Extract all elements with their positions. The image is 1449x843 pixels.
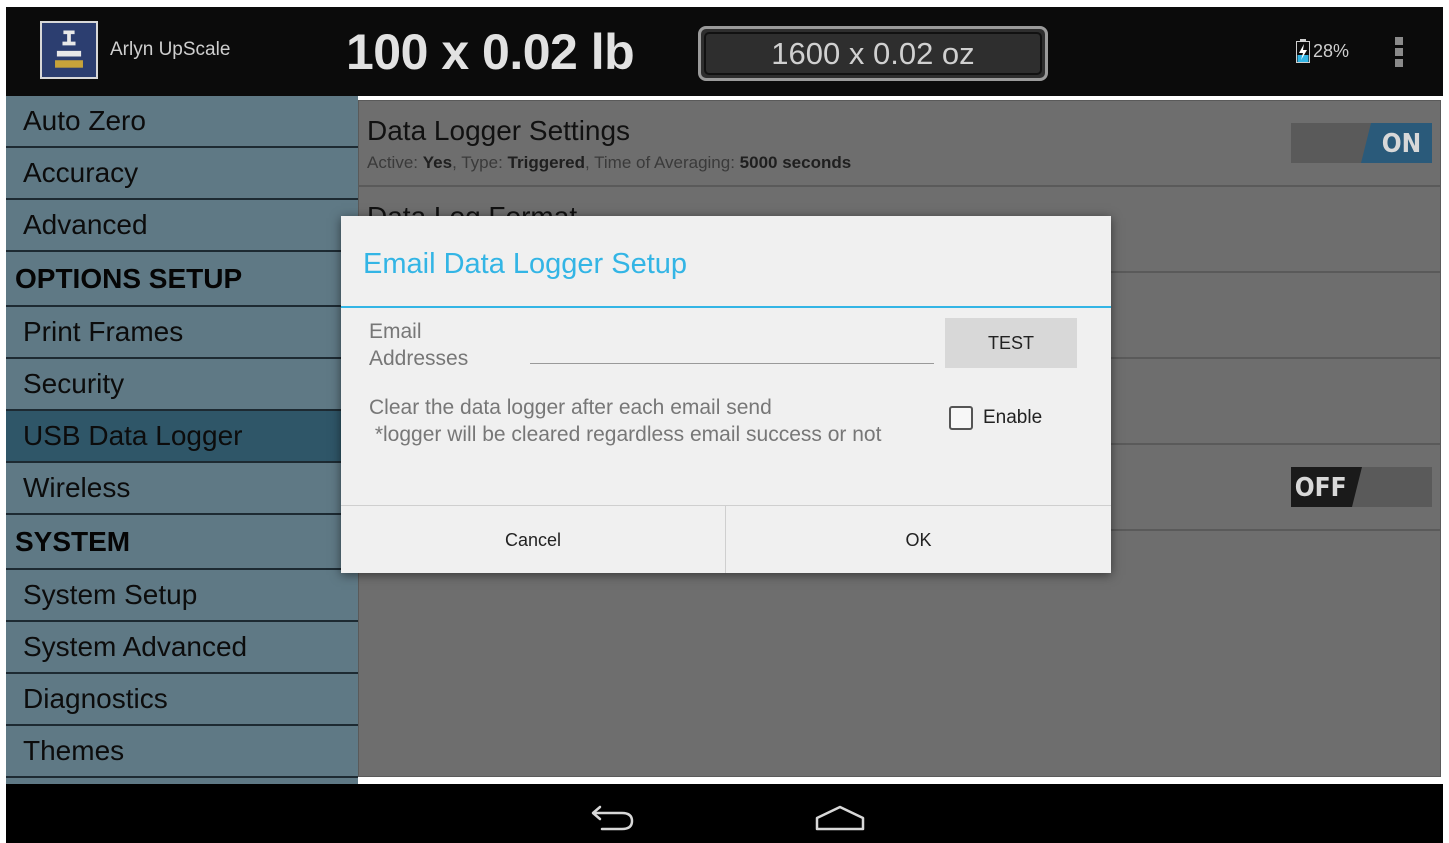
sidebar-item-accuracy[interactable]: Accuracy [6, 148, 358, 200]
sidebar-item-print-frames[interactable]: Print Frames [6, 307, 358, 359]
pref-data-logger-settings[interactable]: Data Logger Settings Active: Yes, Type: … [359, 101, 1440, 187]
overflow-menu-icon[interactable] [1395, 37, 1405, 67]
ok-button[interactable]: OK [725, 506, 1111, 573]
battery-status: 28% [1296, 39, 1349, 63]
clear-logger-line-2: *logger will be cleared regardless email… [369, 423, 882, 446]
battery-charging-icon [1296, 39, 1310, 63]
enable-checkbox-row[interactable]: Enable [949, 406, 1042, 430]
enable-label: Enable [983, 407, 1043, 428]
sidebar-item-themes[interactable]: Themes [6, 726, 358, 778]
app-logo[interactable] [40, 21, 98, 79]
sidebar-item-system-advanced[interactable]: System Advanced [6, 622, 358, 674]
sidebar-item-advanced[interactable]: Advanced [6, 200, 358, 252]
toggle-state: OFF [1294, 473, 1347, 503]
sidebar-header-options-setup: OPTIONS SETUP [6, 252, 358, 307]
home-icon[interactable] [814, 804, 866, 832]
dialog-title: Email Data Logger Setup [363, 248, 688, 280]
sidebar-header-system: SYSTEM [6, 515, 358, 570]
cancel-button[interactable]: Cancel [341, 506, 725, 573]
primary-capacity[interactable]: 100 x 0.02 lb [346, 23, 635, 81]
email-addresses-input[interactable] [530, 332, 934, 364]
enable-checkbox[interactable] [949, 406, 973, 430]
sidebar-item-system-setup[interactable]: System Setup [6, 570, 358, 622]
back-icon[interactable] [590, 802, 636, 832]
sidebar-item-usb-data-logger[interactable]: USB Data Logger [6, 411, 358, 463]
scale-logo-icon [42, 23, 96, 77]
email-addresses-label: Email Addresses [369, 320, 469, 370]
battery-percent: 28% [1313, 40, 1350, 61]
sidebar-item-auto-zero[interactable]: Auto Zero [6, 96, 358, 148]
test-button[interactable]: TEST [945, 318, 1077, 368]
dialog-button-bar: Cancel OK [341, 505, 1111, 573]
sidebar-item-security[interactable]: Security [6, 359, 358, 411]
system-navigation-bar [6, 784, 1443, 843]
clear-logger-line-1: Clear the data logger after each email s… [369, 396, 772, 419]
dialog-title-divider [341, 306, 1111, 308]
sidebar-item-wireless[interactable]: Wireless [6, 463, 358, 515]
pref-title: Data Logger Settings [367, 115, 631, 146]
pref-summary: Active: Yes, Type: Triggered, Time of Av… [367, 153, 852, 172]
email-data-logger-dialog: Email Data Logger Setup Email Addresses … [341, 216, 1111, 573]
clear-logger-description: Clear the data logger after each email s… [369, 394, 881, 448]
action-bar: Arlyn UpScale 100 x 0.02 lb 1600 x 0.02 … [6, 7, 1443, 96]
email-logger-toggle[interactable]: OFF [1291, 467, 1432, 507]
data-logger-toggle[interactable]: ON [1291, 123, 1432, 163]
settings-sidebar: Auto Zero Accuracy Advanced OPTIONS SETU… [6, 96, 358, 784]
secondary-capacity-button[interactable]: 1600 x 0.02 oz [698, 26, 1048, 81]
sidebar-item-diagnostics[interactable]: Diagnostics [6, 674, 358, 726]
toggle-state: ON [1382, 129, 1422, 159]
app-title: Arlyn UpScale [110, 39, 231, 60]
